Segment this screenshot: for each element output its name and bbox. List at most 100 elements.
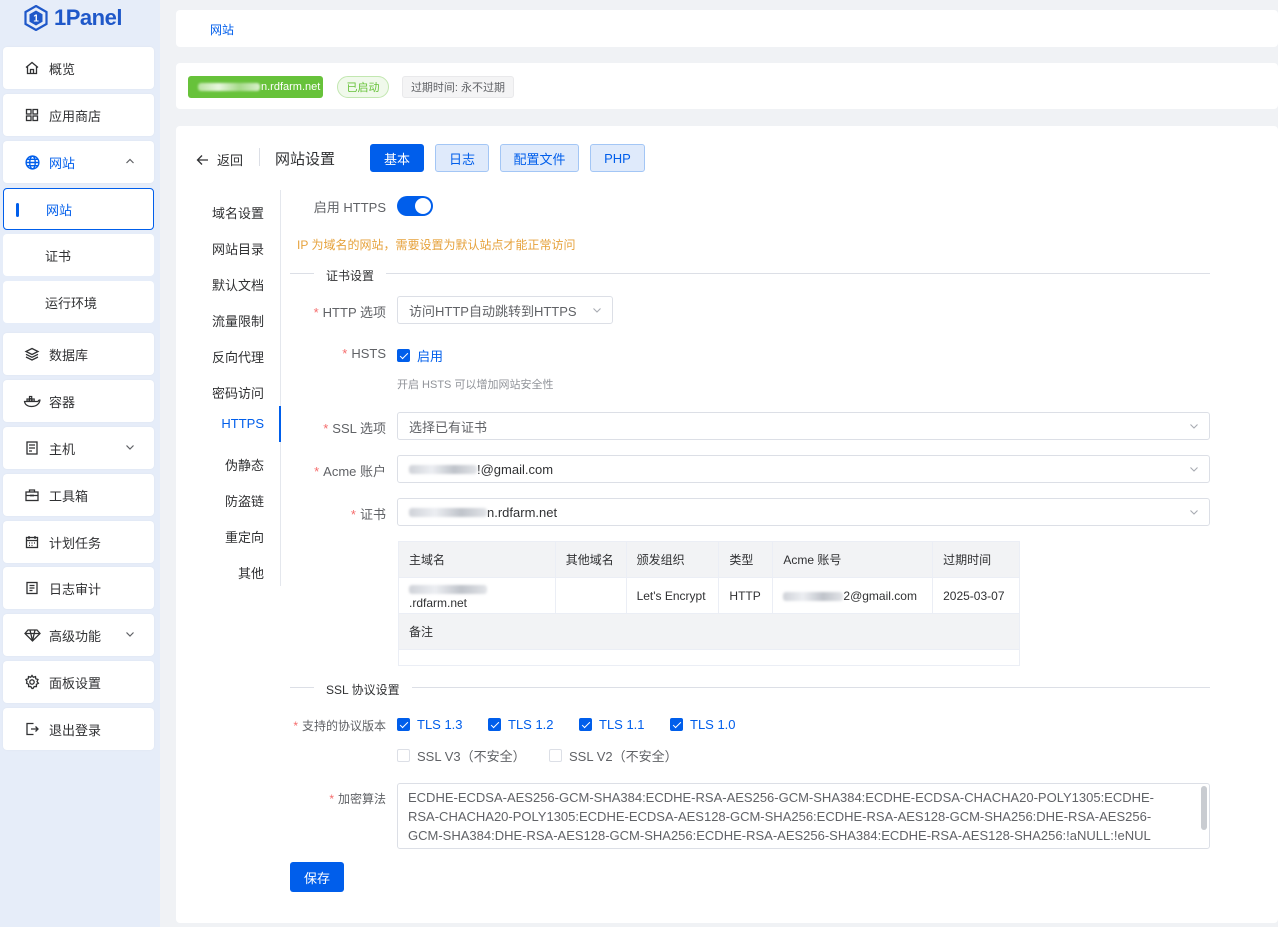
log-icon [23,579,41,597]
sidebar-item-logout[interactable]: 退出登录 [3,708,154,750]
settings-nav-domain[interactable]: 域名设置 [212,203,264,222]
enable-https-toggle[interactable] [397,196,433,216]
layers-icon [23,345,41,363]
site-domain-tag[interactable]: n.rdfarm.net [188,76,323,98]
back-button[interactable]: 返回 [196,150,243,169]
table-header-note: 备注 [398,613,1020,650]
sidebar-item-log-audit[interactable]: 日志审计 [3,567,154,609]
checkbox-checked-icon [488,718,501,731]
settings-nav-rate-limit[interactable]: 流量限制 [212,311,264,330]
tab-basic[interactable]: 基本 [370,144,424,172]
redacted-text [783,591,844,601]
checkbox-checked-icon [397,718,410,731]
home-icon [23,59,41,77]
enable-https-label: 启用 HTTPS [313,200,386,215]
sidebar-item-overview[interactable]: 概览 [3,47,154,89]
http-option-select[interactable]: 访问HTTP自动跳转到HTTPS [397,296,613,324]
textarea-scrollbar[interactable] [1201,786,1207,830]
certificate-select[interactable]: n.rdfarm.net [397,498,1210,526]
sslv3-checkbox[interactable]: SSL V3（不安全） [397,746,526,765]
sidebar-subitem-website[interactable]: 网站 [3,188,154,230]
table-header: 类型 [718,541,774,578]
settings-nav-other[interactable]: 其他 [238,563,264,582]
expire-badge: 过期时间: 永不过期 [402,76,514,98]
table-header: Acme 账号 [772,541,934,578]
acme-account-value: !@gmail.com [477,461,554,477]
sidebar-subitem-runtime[interactable]: 运行环境 [3,281,154,323]
tab-log[interactable]: 日志 [435,144,489,172]
diamond-icon [23,626,41,644]
table-note-header-row: 备注 [398,613,1020,650]
app-logo[interactable]: 1 1Panel [24,4,122,32]
tls10-checkbox[interactable]: TLS 1.0 [670,717,736,732]
cipher-label: * 加密算法 [329,792,386,806]
sidebar-item-cron[interactable]: 计划任务 [3,521,154,563]
sidebar-item-panel-settings[interactable]: 面板设置 [3,661,154,703]
settings-nav-active-indicator [279,406,281,442]
page-title: 网站设置 [275,151,336,168]
sidebar-item-label: 运行环境 [45,295,98,311]
cert-section-divider [290,273,1210,274]
checkbox-unchecked-icon [397,749,410,762]
toolbox-icon [23,486,41,504]
settings-nav-reverse-proxy[interactable]: 反向代理 [212,347,264,366]
cipher-textarea[interactable]: ECDHE-ECDSA-AES256-GCM-SHA384:ECDHE-RSA-… [397,783,1210,849]
chevron-up-icon [126,158,134,164]
logo-icon: 1 [24,5,48,31]
table-header-row: 主域名 其他域名 颁发组织 类型 Acme 账号 过期时间 [398,541,1020,578]
acme-account-select[interactable]: !@gmail.com [397,455,1210,483]
tls12-checkbox[interactable]: TLS 1.2 [488,717,554,732]
sidebar-item-website[interactable]: 网站 [3,141,154,183]
sidebar-item-advanced[interactable]: 高级功能 [3,614,154,656]
table-cell-domain: .rdfarm.net [398,577,556,614]
sidebar-item-label: 工具箱 [49,488,89,504]
sslv2-checkbox[interactable]: SSL V2（不安全） [549,746,678,765]
sidebar-item-host[interactable]: 主机 [3,427,154,469]
sidebar-item-app-store[interactable]: 应用商店 [3,94,154,136]
cert-section-title: 证书设置 [314,267,387,284]
arrow-left-icon [196,154,208,165]
settings-nav-default-doc[interactable]: 默认文档 [212,275,264,294]
hsts-label: * HSTS [342,346,386,361]
settings-nav-hotlink[interactable]: 防盗链 [225,491,264,510]
sidebar-subitem-certificate[interactable]: 证书 [3,234,154,276]
chevron-down-icon [593,308,601,313]
tls13-checkbox[interactable]: TLS 1.3 [397,717,463,732]
certificate-label: * 证书 [350,507,386,522]
checkbox-checked-icon [579,718,592,731]
table-cell-expire: 2025-03-07 [932,577,1020,614]
sidebar-item-label: 网站 [46,202,73,218]
sidebar-item-label: 网站 [49,155,76,171]
tls11-checkbox[interactable]: TLS 1.1 [579,717,645,732]
settings-nav: 域名设置 网站目录 默认文档 流量限制 反向代理 密码访问 HTTPS 伪静态 … [196,190,281,586]
settings-nav-https[interactable]: HTTPS [221,416,264,431]
tab-config-file[interactable]: 配置文件 [500,144,579,172]
table-row: .rdfarm.net Let's Encrypt HTTP 2@gmail.c… [398,577,1020,614]
logout-icon [23,720,41,738]
save-button[interactable]: 保存 [290,862,344,892]
table-header: 其他域名 [554,541,627,578]
protocol-section-title: SSL 协议设置 [314,681,412,698]
http-option-value: 访问HTTP自动跳转到HTTPS [409,303,577,319]
grid-icon [23,106,41,124]
ssl-option-select[interactable]: 选择已有证书 [397,412,1210,440]
sidebar-item-container[interactable]: 容器 [3,380,154,422]
sidebar-item-label: 日志审计 [49,581,102,597]
back-label: 返回 [217,153,244,168]
settings-nav-rewrite[interactable]: 伪静态 [225,455,264,474]
calendar-icon [23,533,41,551]
hsts-checkbox[interactable]: 启用 [397,346,443,365]
settings-nav-password-access[interactable]: 密码访问 [212,383,264,402]
breadcrumb-link-website[interactable]: 网站 [210,21,234,38]
tab-php[interactable]: PHP [590,144,645,172]
settings-nav-redirect[interactable]: 重定向 [225,527,264,546]
redacted-text [198,83,260,91]
chevron-down-icon [1190,467,1198,472]
sidebar-item-label: 容器 [49,394,76,410]
settings-nav-directory[interactable]: 网站目录 [212,239,264,258]
redacted-text [409,464,477,474]
sidebar-item-database[interactable]: 数据库 [3,333,154,375]
sidebar-item-toolbox[interactable]: 工具箱 [3,474,154,516]
sidebar-item-label: 证书 [45,248,72,264]
certificate-value: n.rdfarm.net [487,504,558,520]
